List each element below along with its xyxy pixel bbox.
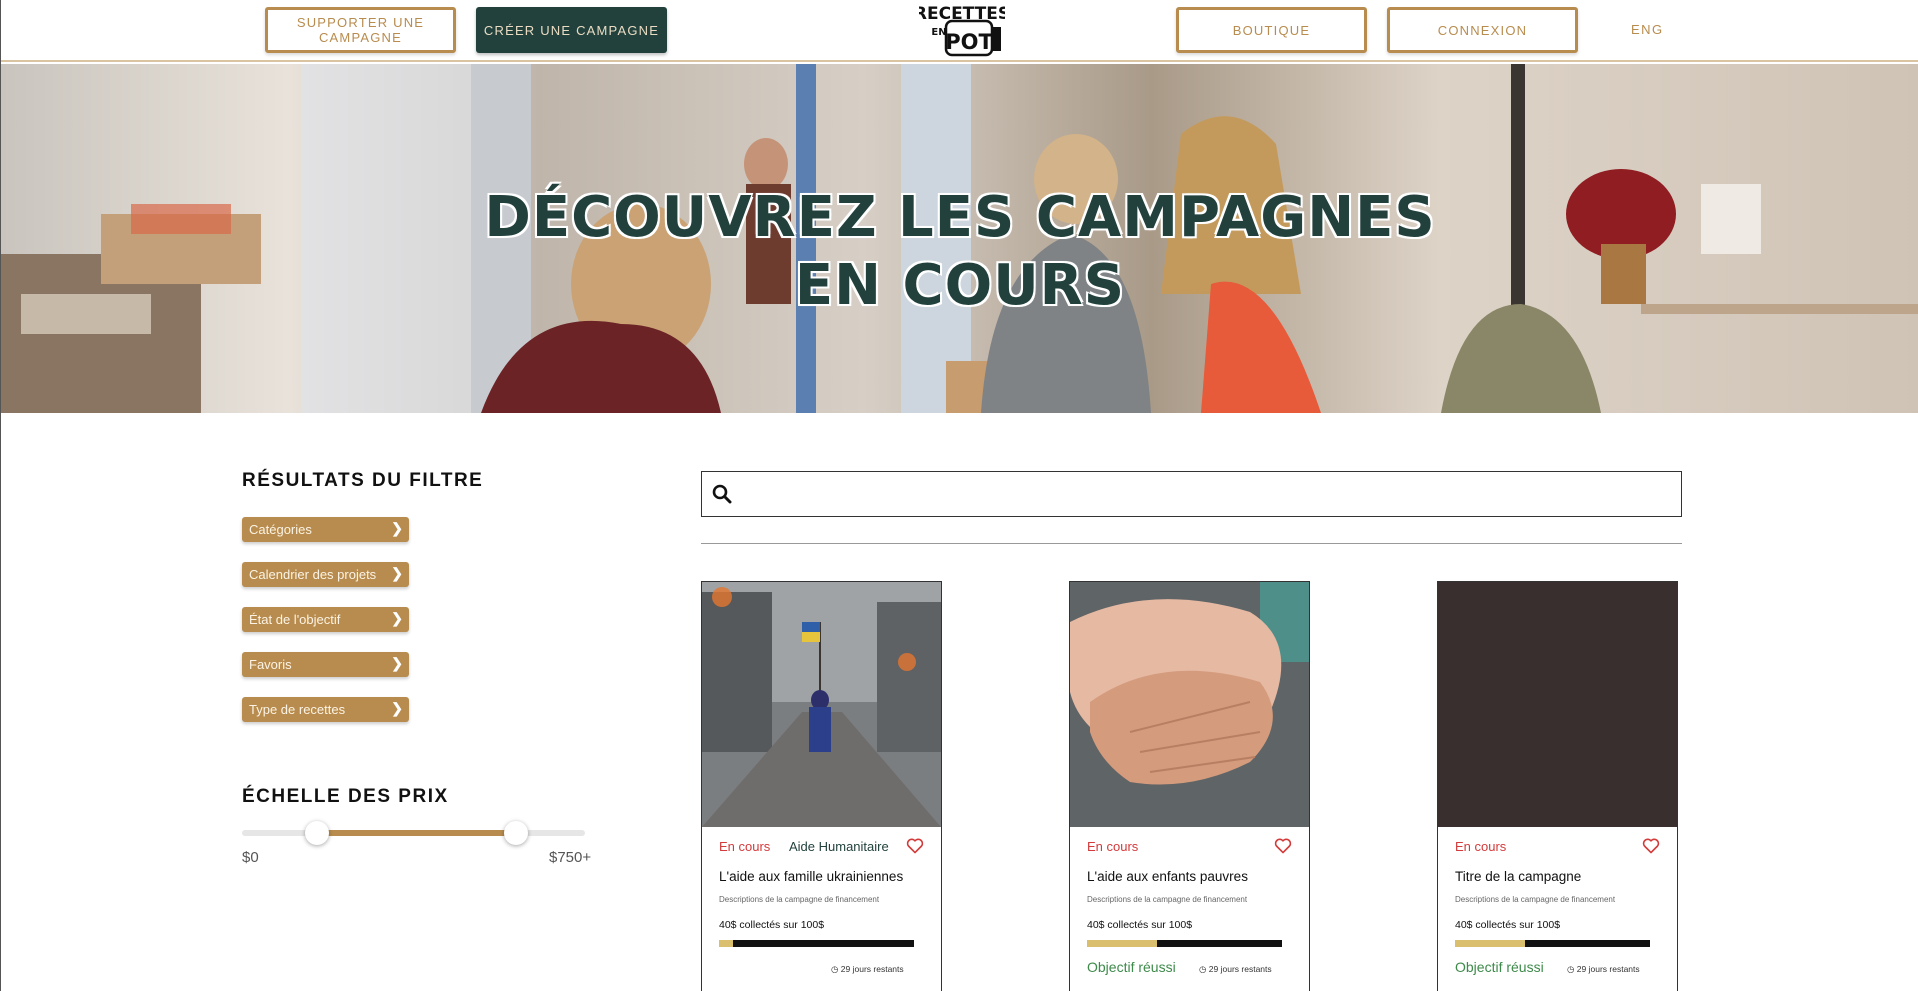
days-remaining-label: 29 jours restants xyxy=(1576,964,1640,974)
filter-label: Favoris xyxy=(249,657,292,672)
campaign-title[interactable]: L'aide aux famille ukrainiennes xyxy=(719,869,903,884)
campaign-card[interactable]: En cours Titre de la campagne Descriptio… xyxy=(1437,581,1678,991)
site-header: SUPPORTER UNE CAMPAGNE CRÉER UNE CAMPAGN… xyxy=(1,0,1918,62)
amount-raised: 40$ collectés sur 100$ xyxy=(1087,919,1193,931)
progress-bar xyxy=(1455,940,1650,947)
clock-icon: ◷ xyxy=(1199,964,1207,974)
goal-reached-label: Objectif réussi xyxy=(1455,959,1544,975)
status-badge: En cours xyxy=(1455,839,1507,854)
days-remaining: ◷ 29 jours restants xyxy=(1199,964,1272,975)
search-bar[interactable] xyxy=(701,471,1682,517)
amount-raised: 40$ collectés sur 100$ xyxy=(1455,919,1561,931)
hero-title-line-1: DÉCOUVREZ LES CAMPAGNES xyxy=(484,185,1436,250)
days-remaining-label: 29 jours restants xyxy=(1208,964,1272,974)
price-range-slider[interactable] xyxy=(242,821,585,845)
hero-title-line-2: EN COURS xyxy=(794,253,1126,318)
shop-label: BOUTIQUE xyxy=(1232,22,1311,38)
clock-icon: ◷ xyxy=(1567,964,1575,974)
campaign-description: Descriptions de la campagne de financeme… xyxy=(1455,895,1616,904)
login-label: CONNEXION xyxy=(1437,22,1528,38)
search-divider xyxy=(701,543,1682,544)
campaign-image xyxy=(1438,582,1677,827)
days-remaining: ◷ 29 jours restants xyxy=(1567,964,1640,975)
site-logo[interactable]: RECETTES EN POT xyxy=(914,1,1010,57)
progress-fill xyxy=(1455,940,1526,947)
status-badge: En cours xyxy=(719,839,771,854)
progress-fill xyxy=(719,940,733,947)
hero-banner: DÉCOUVREZ LES CAMPAGNES EN COURS xyxy=(1,64,1918,413)
progress-bar xyxy=(719,940,914,947)
price-max-label: $750+ xyxy=(549,849,592,866)
progress-fill xyxy=(1087,940,1158,947)
chevron-right-icon: ❯ xyxy=(391,610,403,626)
price-scale-title: ÉCHELLE DES PRIX xyxy=(242,786,449,807)
filter-favorites[interactable]: Favoris ❯ xyxy=(242,652,409,677)
heart-icon[interactable] xyxy=(1274,838,1292,854)
progress-bar xyxy=(1087,940,1282,947)
amount-raised: 40$ collectés sur 100$ xyxy=(719,919,825,931)
filter-recipe-type[interactable]: Type de recettes ❯ xyxy=(242,697,409,722)
filter-goal-state[interactable]: État de l'objectif ❯ xyxy=(242,607,409,632)
price-range-fill xyxy=(317,830,517,836)
status-badge: En cours xyxy=(1087,839,1139,854)
filter-label: Type de recettes xyxy=(249,702,346,717)
heart-icon[interactable] xyxy=(1642,838,1660,854)
clock-icon: ◷ xyxy=(831,964,839,974)
create-campaign-button[interactable]: CRÉER UNE CAMPAGNE xyxy=(476,7,667,53)
chevron-right-icon: ❯ xyxy=(391,565,403,581)
campaign-description: Descriptions de la campagne de financeme… xyxy=(719,895,880,904)
campaign-title[interactable]: L'aide aux enfants pauvres xyxy=(1087,869,1248,884)
filter-categories[interactable]: Catégories ❯ xyxy=(242,517,409,542)
create-campaign-label: CRÉER UNE CAMPAGNE xyxy=(483,22,660,38)
filter-label: Catégories xyxy=(249,522,312,537)
days-remaining-label: 29 jours restants xyxy=(840,964,904,974)
chevron-right-icon: ❯ xyxy=(391,520,403,536)
login-button[interactable]: CONNEXION xyxy=(1387,7,1578,53)
price-max-handle[interactable] xyxy=(504,821,529,845)
heart-icon[interactable] xyxy=(906,838,924,854)
support-campaign-button[interactable]: SUPPORTER UNE CAMPAGNE xyxy=(265,7,456,53)
filter-label: Calendrier des projets xyxy=(249,567,377,582)
campaign-card[interactable]: En cours Aide Humanitaire L'aide aux fam… xyxy=(701,581,942,991)
search-input[interactable] xyxy=(742,472,1672,516)
days-remaining: ◷ 29 jours restants xyxy=(831,964,904,975)
filter-label: État de l'objectif xyxy=(249,612,341,627)
chevron-right-icon: ❯ xyxy=(391,655,403,671)
support-campaign-label: SUPPORTER UNE CAMPAGNE xyxy=(296,15,425,45)
campaign-description: Descriptions de la campagne de financeme… xyxy=(1087,895,1248,904)
campaign-title[interactable]: Titre de la campagne xyxy=(1455,869,1581,884)
shop-button[interactable]: BOUTIQUE xyxy=(1176,7,1367,53)
category-tag[interactable]: Aide Humanitaire xyxy=(789,839,889,854)
campaign-card[interactable]: En cours L'aide aux enfants pauvres Desc… xyxy=(1069,581,1310,991)
filter-results-title: RÉSULTATS DU FILTRE xyxy=(242,470,484,491)
filter-project-calendar[interactable]: Calendrier des projets ❯ xyxy=(242,562,409,587)
language-switch[interactable]: ENG xyxy=(1631,22,1664,37)
campaign-image xyxy=(702,582,941,827)
hero-title: DÉCOUVREZ LES CAMPAGNES EN COURS xyxy=(1,184,1918,320)
price-min-handle[interactable] xyxy=(305,821,330,845)
goal-reached-label: Objectif réussi xyxy=(1087,959,1176,975)
chevron-right-icon: ❯ xyxy=(391,700,403,716)
campaign-image xyxy=(1070,582,1309,827)
search-icon[interactable] xyxy=(712,484,732,504)
logo-text-bottom: POT xyxy=(945,30,993,54)
price-min-label: $0 xyxy=(242,849,259,866)
